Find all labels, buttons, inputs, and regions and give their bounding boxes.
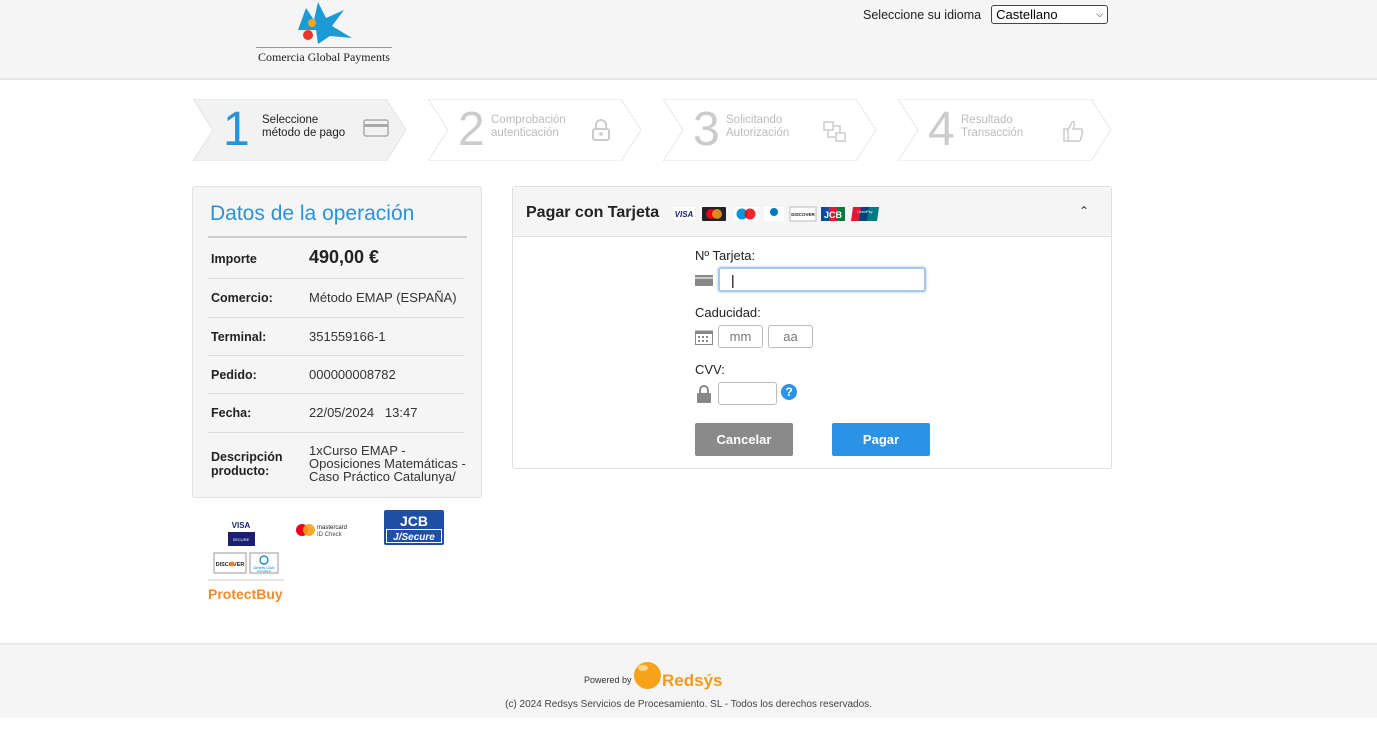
svg-text:VISA: VISA [675,210,694,219]
language-selected: Castellano [996,7,1058,22]
collapse-chevron-icon[interactable]: ⌃ [1079,204,1089,218]
merchant-label: Comercio: [211,291,273,305]
card-payment-panel: Pagar con Tarjeta VISA DISCOVER JCB Unio… [512,186,1112,469]
merchant-row: Comercio: Método EMAP (ESPAÑA) [208,279,464,318]
language-dropdown[interactable]: Castellano ⌵ [991,5,1109,24]
page-header: Comercia Global Payments Seleccione su i… [0,0,1377,80]
card-panel-title: Pagar con Tarjeta [526,204,660,221]
svg-text:DISCOVER: DISCOVER [791,212,815,217]
step-2-line1: Comprobación [491,114,566,126]
svg-text:JCB: JCB [824,210,843,220]
caixabank-logo[interactable]: Comercia Global Payments [254,0,394,66]
amount-row: Importe 490,00 € [208,238,464,279]
cvv-help-icon[interactable]: ? [781,384,797,400]
card-panel-header[interactable]: Pagar con Tarjeta VISA DISCOVER JCB Unio… [513,187,1111,237]
step-3-line1: Solicitando [726,114,783,126]
svg-text:VISA: VISA [232,521,251,530]
step-3-line2: Autorización [726,127,790,139]
transfer-icon [823,121,846,142]
cvv-input[interactable] [718,382,777,405]
pay-button[interactable]: Pagar [832,423,930,456]
description-label: Descripción producto: [211,450,283,478]
step-4-line2: Transacción [961,127,1024,139]
powered-by-label: Powered by [584,675,632,685]
star-logo-icon [298,2,352,44]
card-number-input[interactable]: | [718,267,926,292]
step-1-number: 1 [223,103,250,156]
order-row: Pedido: 000000008782 [208,356,464,394]
merchant-value: Método EMAP (ESPAÑA) [309,290,457,305]
description-row: Descripción producto: 1xCurso EMAP - Opo… [208,433,466,489]
terminal-value: 351559166-1 [309,329,386,344]
operation-panel: Datos de la operación Importe 490,00 € C… [192,186,482,498]
svg-text:ID Check: ID Check [317,532,343,538]
order-value: 000000008782 [309,367,396,382]
language-selector: Seleccione su idioma Castellano ⌵ [863,5,1109,24]
step-4: 4 Resultado Transacción [898,99,1111,161]
step-1: 1 Seleccione método de pago [193,99,406,161]
step-2-number: 2 [458,103,485,156]
redsys-logo-icon [634,662,661,689]
expiry-year-placeholder: aa [783,329,798,344]
svg-text:J/Secure: J/Secure [393,532,435,543]
svg-text:UnionPay: UnionPay [857,210,872,214]
chevron-down-icon: ⌵ [1096,9,1104,19]
payment-steps: 1 Seleccione método de pago 2 Comprobaci… [193,99,1113,161]
step-1-line2: método de pago [262,127,346,139]
page-footer: Powered by Redsýs (c) 2024 Redsys Servic… [0,643,1377,718]
svg-text:mastercard: mastercard [317,525,347,531]
card-icon [363,119,389,137]
lock-icon [697,385,711,403]
step-4-line1: Resultado [961,114,1013,126]
calendar-icon [695,330,713,345]
thumbs-up-icon [1063,121,1084,142]
amount-value: 490,00 € [309,247,380,267]
svg-text:International: International [257,570,271,573]
brand-logos-graphic: VISA SECURE mastercard ID Check JCB J/Se… [208,510,444,602]
cvv-label: CVV: [695,362,725,377]
discover-icon: DISCOVER [213,552,247,574]
copyright-text: (c) 2024 Redsys Servicios de Procesamien… [505,699,872,710]
description-value: 1xCurso EMAP - Oposiciones Matemáticas -… [309,443,466,484]
terminal-row: Terminal: 351559166-1 [208,318,464,356]
expiry-label: Caducidad: [695,305,761,320]
svg-text:SECURE: SECURE [233,537,250,542]
accepted-cards-icons: VISA DISCOVER JCB UnionPay [673,206,879,222]
jcb-secure-icon: JCB J/Secure [384,510,444,545]
expiry-year-input[interactable]: aa [768,325,813,348]
step-1-line1: Seleccione [262,114,319,126]
cancel-button[interactable]: Cancelar [695,423,793,456]
date-value: 22/05/2024 13:47 [309,405,418,420]
diners-icon: Diners Club International [249,552,279,574]
language-label: Seleccione su idioma [863,7,982,22]
visa-secure-icon: VISA SECURE [228,521,255,546]
security-brand-logos: VISA SECURE mastercard ID Check JCB J/Se… [192,508,482,608]
card-icon [695,275,713,286]
mastercard-idcheck-icon: mastercard ID Check [296,524,347,538]
amount-label: Importe [211,252,257,266]
svg-text:ProtectBuy: ProtectBuy [208,586,283,602]
logo-caption: Comercia Global Payments [258,50,390,64]
step-2-line2: autenticación [491,127,559,139]
text-cursor: | [731,271,735,288]
date-row: Fecha: 22/05/2024 13:47 [208,394,464,433]
svg-text:JCB: JCB [400,513,428,529]
lock-icon [592,119,610,141]
step-2: 2 Comprobación autenticación [428,99,641,161]
redsys-brand: Redsýs [662,671,723,690]
expiry-month-placeholder: mm [729,329,752,344]
expiry-month-input[interactable]: mm [718,325,763,348]
step-3: 3 Solicitando Autorización [663,99,876,161]
step-3-number: 3 [693,103,720,156]
order-label: Pedido: [211,368,257,382]
operation-title: Datos de la operación [210,202,415,225]
terminal-label: Terminal: [211,330,267,344]
step-4-number: 4 [928,103,955,156]
card-number-label: Nº Tarjeta: [695,248,756,263]
date-label: Fecha: [211,406,252,420]
